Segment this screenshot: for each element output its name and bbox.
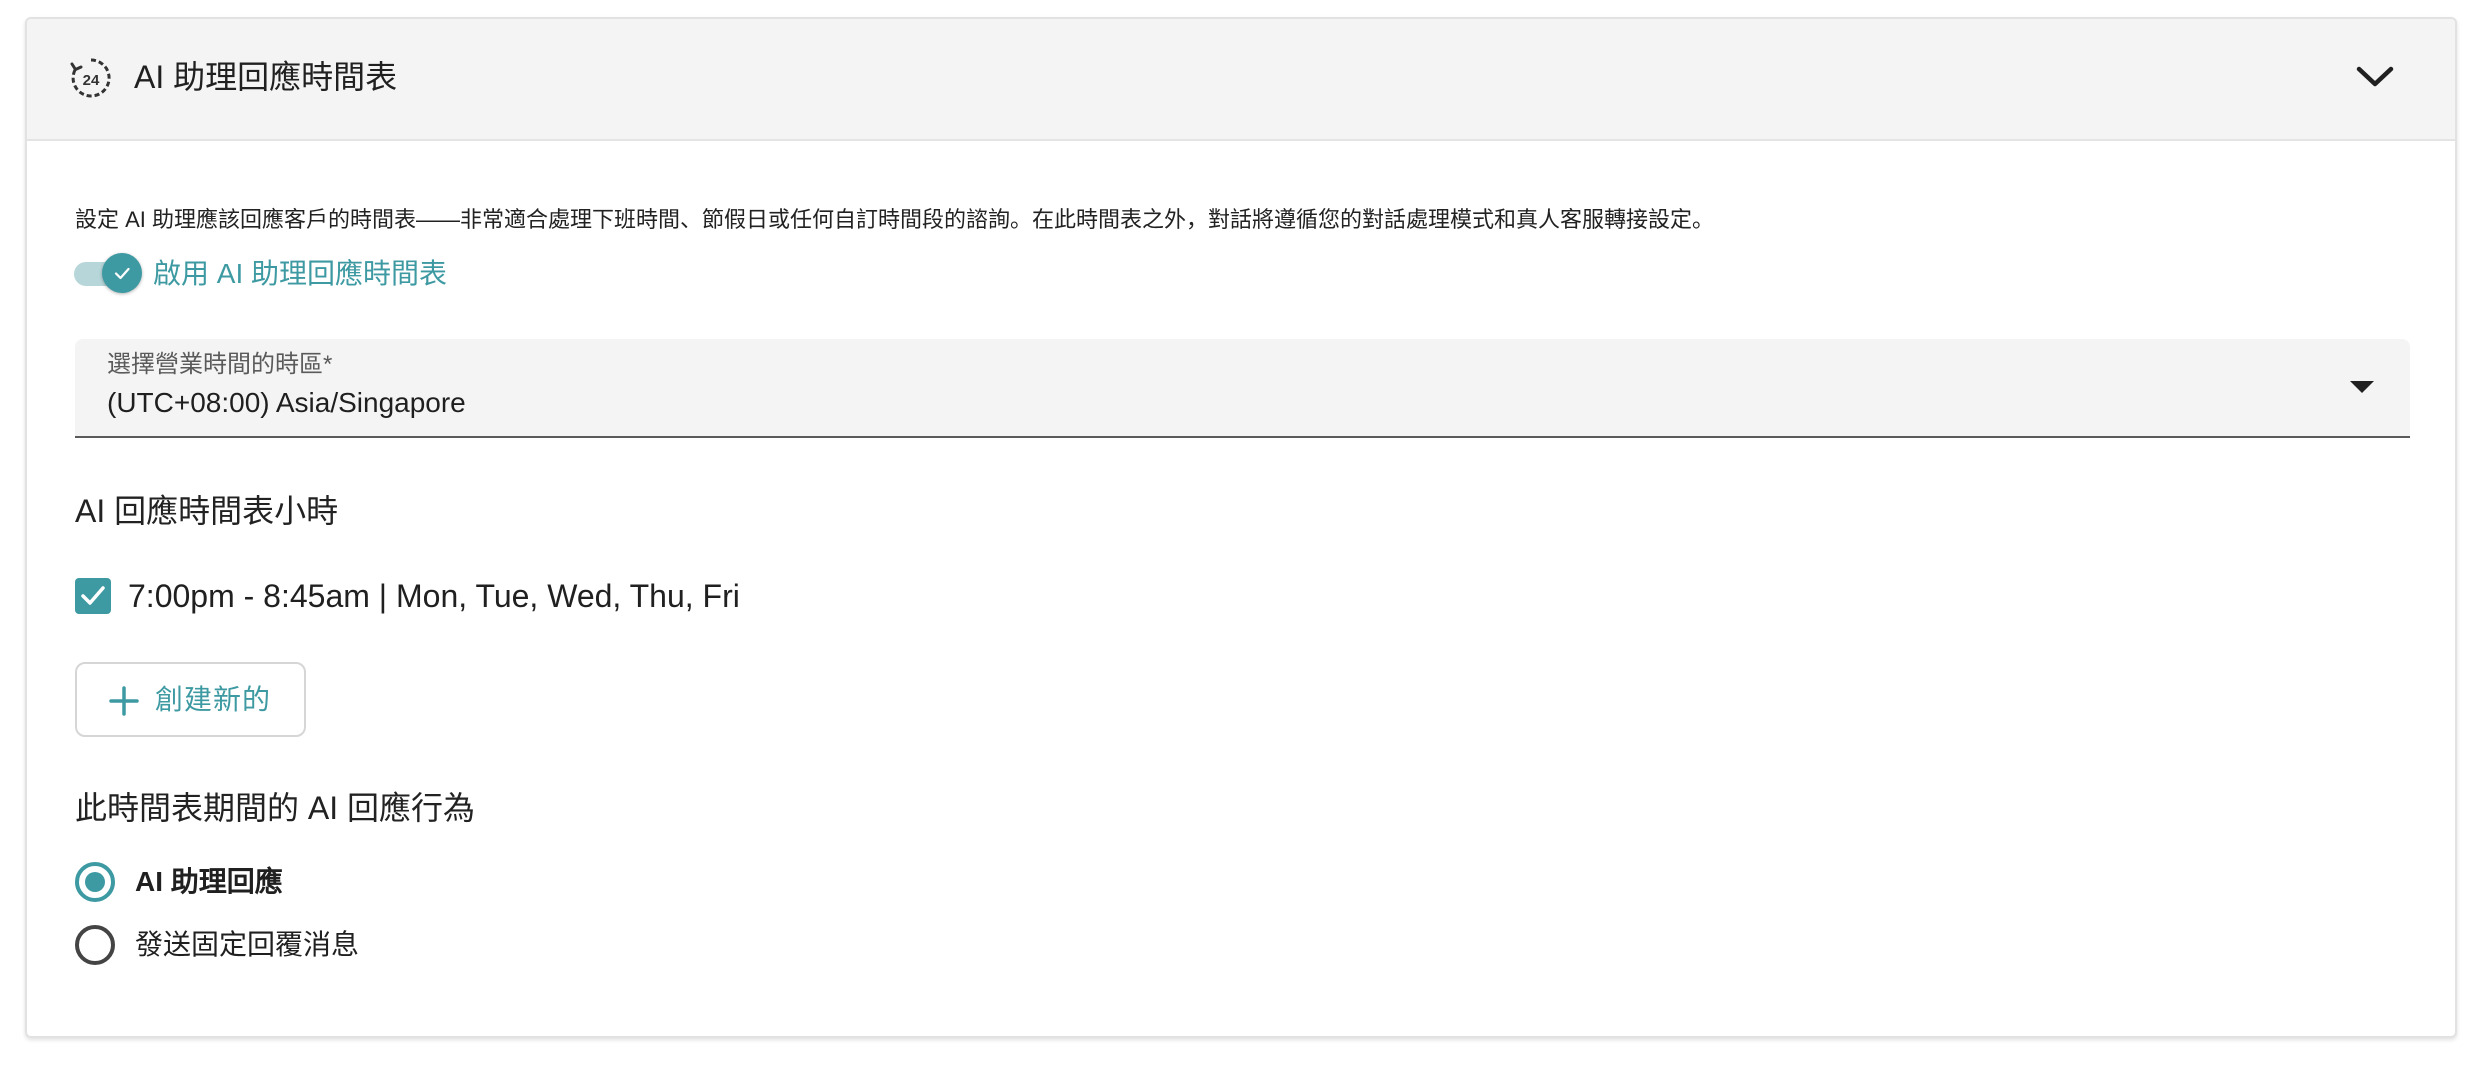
- schedule-description: 設定 AI 助理應該回應客戶的時間表——非常適合處理下班時間、節假日或任何自訂時…: [75, 207, 1715, 232]
- svg-text:24: 24: [83, 72, 100, 89]
- 24-hour-clock-icon: 24: [70, 58, 111, 98]
- create-new-button[interactable]: 創建新的: [75, 662, 306, 737]
- schedule-item-checkbox[interactable]: [75, 578, 111, 614]
- schedule-item-text[interactable]: 7:00pm - 8:45am | Mon, Tue, Wed, Thu, Fr…: [128, 576, 740, 616]
- panel-title: AI 助理回應時間表: [134, 59, 398, 95]
- check-icon: [81, 586, 105, 605]
- panel-header[interactable]: 24 AI 助理回應時間表: [27, 19, 2455, 141]
- toggle-thumb: [102, 253, 142, 293]
- required-marker: *: [323, 351, 333, 378]
- dropdown-arrow-icon: [2350, 381, 2374, 393]
- create-new-label: 創建新的: [155, 684, 272, 715]
- timezone-label: 選擇營業時間的時區*: [107, 351, 333, 378]
- plus-icon: [109, 686, 139, 716]
- schedule-hours-title: AI 回應時間表小時: [75, 493, 339, 529]
- chevron-down-icon[interactable]: [2355, 63, 2395, 91]
- radio-button[interactable]: [75, 862, 115, 902]
- radio-button[interactable]: [75, 925, 115, 965]
- enable-schedule-toggle[interactable]: [74, 253, 144, 293]
- radio-label: AI 助理回應: [135, 866, 283, 897]
- check-icon: [114, 267, 130, 280]
- ai-schedule-panel: 24 AI 助理回應時間表 設定 AI 助理應該回應客戶的時間表——非常適合處理…: [25, 17, 2457, 1038]
- timezone-select[interactable]: 選擇營業時間的時區* (UTC+08:00) Asia/Singapore: [75, 339, 2410, 438]
- timezone-value: (UTC+08:00) Asia/Singapore: [107, 387, 466, 418]
- behavior-title: 此時間表期間的 AI 回應行為: [75, 790, 476, 826]
- radio-label: 發送固定回覆消息: [135, 929, 360, 960]
- enable-schedule-label[interactable]: 啟用 AI 助理回應時間表: [153, 254, 447, 294]
